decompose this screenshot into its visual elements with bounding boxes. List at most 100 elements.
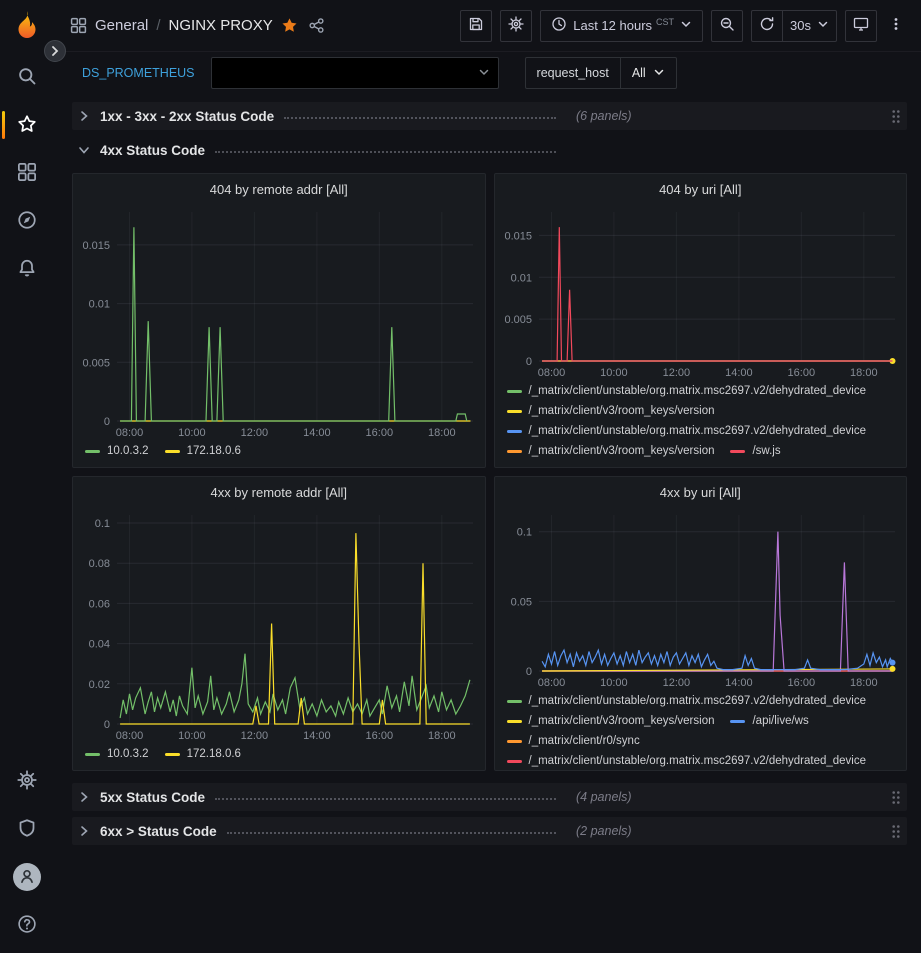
- row-dots: [227, 832, 556, 834]
- sidebar-item-server-admin[interactable]: [0, 805, 54, 853]
- refresh-interval-label: 30s: [790, 18, 811, 33]
- more-options-button[interactable]: [885, 10, 907, 42]
- timeseries-chart[interactable]: 08:0010:0012:0014:0016:0018:0000.0050.01…: [495, 204, 907, 381]
- legend-item[interactable]: /_matrix/client/unstable/org.matrix.msc2…: [507, 423, 867, 440]
- dashboard-row-5xx[interactable]: 5xx Status Code (4 panels): [72, 783, 907, 811]
- legend-item[interactable]: /_matrix/client/unstable/org.matrix.msc2…: [507, 383, 867, 400]
- timeseries-chart[interactable]: 08:0010:0012:0014:0016:0018:0000.0050.01…: [73, 204, 485, 441]
- legend-item[interactable]: /_matrix/client/unstable/org.matrix.msc2…: [507, 693, 867, 710]
- sidebar-item-help[interactable]: [0, 901, 54, 949]
- legend-label: 10.0.3.2: [107, 746, 149, 763]
- legend-label: /_matrix/client/unstable/org.matrix.msc2…: [529, 753, 867, 770]
- row-panel-count: (2 panels): [576, 824, 632, 838]
- sidebar-item-dashboards[interactable]: [0, 149, 54, 197]
- timeseries-chart[interactable]: 08:0010:0012:0014:0016:0018:0000.050.1: [495, 507, 907, 691]
- timeseries-chart[interactable]: 08:0010:0012:0014:0016:0018:0000.020.040…: [73, 507, 485, 744]
- svg-text:14:00: 14:00: [725, 367, 753, 379]
- legend-label: /_matrix/client/v3/room_keys/version: [529, 443, 715, 460]
- svg-text:12:00: 12:00: [241, 427, 269, 439]
- sidebar-item-explore[interactable]: [0, 197, 54, 245]
- row-drag-handle[interactable]: [891, 790, 901, 805]
- panel-title[interactable]: 4xx by remote addr [All]: [73, 477, 485, 507]
- panel-title[interactable]: 4xx by uri [All]: [495, 477, 907, 507]
- legend-item[interactable]: /_matrix/client/v3/room_keys/version: [507, 713, 715, 730]
- legend-swatch: [507, 720, 522, 723]
- time-range-label: Last 12 hours: [573, 18, 652, 33]
- svg-text:12:00: 12:00: [662, 677, 690, 689]
- datasource-variable-label[interactable]: DS_PROMETHEUS: [78, 66, 199, 80]
- request-host-variable-select[interactable]: All: [621, 57, 677, 89]
- legend-label: /_matrix/client/unstable/org.matrix.msc2…: [529, 423, 867, 440]
- time-range-picker[interactable]: Last 12 hours CST: [540, 10, 703, 42]
- grafana-logo[interactable]: [10, 9, 44, 43]
- legend-item[interactable]: 10.0.3.2: [85, 443, 149, 460]
- sidebar-item-starred[interactable]: [0, 101, 54, 149]
- legend-item[interactable]: /_matrix/client/v3/room_keys/version: [507, 403, 715, 420]
- sidebar-expand-button[interactable]: [44, 40, 66, 62]
- dashboard-settings-button[interactable]: [500, 10, 532, 42]
- svg-text:10:00: 10:00: [178, 427, 206, 439]
- row-title: 4xx Status Code: [100, 143, 205, 158]
- legend-item[interactable]: /sw.js: [730, 443, 780, 460]
- request-host-variable: request_host All: [525, 57, 677, 89]
- cycle-view-button[interactable]: [845, 10, 877, 42]
- legend-swatch: [730, 720, 745, 723]
- legend-item[interactable]: /api/live/ws: [730, 713, 808, 730]
- legend-item[interactable]: 172.18.0.6: [165, 443, 241, 460]
- grafana-app: General / NGINX PROXY Last 12 hours CST: [0, 0, 921, 953]
- zoom-out-icon: [719, 16, 735, 35]
- datasource-variable-select[interactable]: [211, 57, 499, 89]
- refresh-button-group: 30s: [751, 10, 837, 42]
- dashboard-row-6xx[interactable]: 6xx > Status Code (2 panels): [72, 817, 907, 845]
- sidebar-item-alerting[interactable]: [0, 245, 54, 293]
- legend-label: /api/live/ws: [752, 713, 808, 730]
- row-panel-count: (6 panels): [576, 109, 632, 123]
- chevron-down-icon: [78, 144, 94, 156]
- svg-text:18:00: 18:00: [428, 730, 456, 742]
- svg-text:10:00: 10:00: [600, 677, 628, 689]
- refresh-interval-picker[interactable]: 30s: [783, 10, 837, 42]
- legend-label: 172.18.0.6: [187, 443, 241, 460]
- breadcrumb-section[interactable]: General: [95, 17, 148, 34]
- chevron-down-icon: [680, 18, 692, 33]
- row-drag-handle[interactable]: [891, 109, 901, 124]
- row-dots: [215, 151, 556, 153]
- chevron-down-icon: [653, 66, 665, 81]
- sidebar-item-profile[interactable]: [0, 853, 54, 901]
- svg-text:0: 0: [104, 416, 110, 428]
- svg-text:08:00: 08:00: [116, 730, 144, 742]
- legend-item[interactable]: /_matrix/client/unstable/org.matrix.msc2…: [507, 753, 867, 770]
- zoom-out-time-button[interactable]: [711, 10, 743, 42]
- breadcrumb-title: NGINX PROXY: [169, 17, 273, 34]
- legend-item[interactable]: /_matrix/client/v3/room_keys/version: [507, 443, 715, 460]
- sidebar-item-search[interactable]: [0, 53, 54, 101]
- refresh-button[interactable]: [751, 10, 783, 42]
- legend-item[interactable]: 172.18.0.6: [165, 746, 241, 763]
- request-host-variable-label: request_host: [525, 57, 621, 89]
- kebab-icon: [888, 16, 904, 35]
- dashboards-grid-icon: [17, 162, 37, 185]
- favorite-star-icon[interactable]: [281, 17, 298, 34]
- svg-text:18:00: 18:00: [850, 677, 878, 689]
- dashboard-row-1xx-3xx-2xx[interactable]: 1xx - 3xx - 2xx Status Code (6 panels): [72, 102, 907, 130]
- svg-text:0.015: 0.015: [504, 230, 532, 242]
- legend-swatch: [507, 430, 522, 433]
- panel-title[interactable]: 404 by remote addr [All]: [73, 174, 485, 204]
- svg-text:0.05: 0.05: [510, 596, 531, 608]
- row-drag-handle[interactable]: [891, 824, 901, 839]
- save-dashboard-button[interactable]: [460, 10, 492, 42]
- sidebar-item-configuration[interactable]: [0, 757, 54, 805]
- legend-item[interactable]: 10.0.3.2: [85, 746, 149, 763]
- chevron-right-icon: [78, 110, 94, 122]
- panel-title[interactable]: 404 by uri [All]: [495, 174, 907, 204]
- share-icon[interactable]: [308, 17, 325, 34]
- dashboard-row-4xx[interactable]: 4xx Status Code: [72, 136, 907, 164]
- row-dots: [284, 117, 556, 119]
- panel-4xx-by-uri: 4xx by uri [All] 08:0010:0012:0014:0016:…: [494, 476, 908, 771]
- sidebar: [0, 0, 54, 953]
- shield-icon: [17, 818, 37, 841]
- row-panel-count: (4 panels): [576, 790, 632, 804]
- svg-text:0.1: 0.1: [95, 518, 110, 530]
- legend-item[interactable]: /_matrix/client/r0/sync: [507, 733, 640, 750]
- svg-text:10:00: 10:00: [178, 730, 206, 742]
